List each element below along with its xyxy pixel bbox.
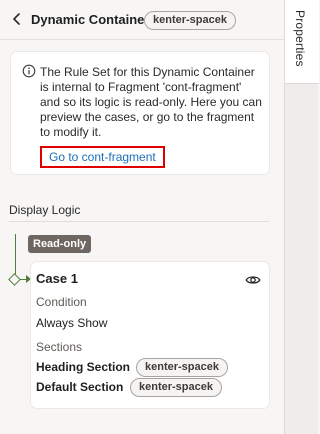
section-name: Heading Section bbox=[36, 360, 131, 374]
tab-properties[interactable]: Properties bbox=[285, 0, 319, 84]
case-card[interactable]: Case 1 Condition Always Show Sections He… bbox=[31, 262, 269, 408]
divider bbox=[9, 221, 269, 222]
section-name: Default Section bbox=[36, 380, 124, 394]
component-tag: kenter-spacek bbox=[144, 11, 236, 30]
section-tag: kenter-spacek bbox=[130, 378, 222, 397]
condition-label: Condition bbox=[36, 295, 87, 309]
display-logic-heading: Display Logic bbox=[9, 203, 81, 217]
read-only-badge: Read-only bbox=[28, 235, 92, 253]
go-to-fragment-link[interactable]: Go to cont-fragment bbox=[40, 146, 165, 168]
properties-panel: Dynamic Container kenter-spacek The Rule… bbox=[0, 0, 284, 434]
side-rail: Properties bbox=[284, 0, 319, 434]
case-title: Case 1 bbox=[36, 271, 78, 286]
chevron-left-icon[interactable] bbox=[10, 12, 24, 26]
panel-header: Dynamic Container kenter-spacek bbox=[0, 0, 284, 40]
read-only-notice: The Rule Set for this Dynamic Container … bbox=[11, 52, 269, 174]
section-tag: kenter-spacek bbox=[136, 358, 228, 377]
info-icon bbox=[22, 64, 36, 78]
sections-label: Sections bbox=[36, 340, 83, 354]
page-title: Dynamic Container bbox=[31, 12, 150, 27]
logic-tree-line bbox=[15, 234, 16, 276]
notice-text: The Rule Set for this Dynamic Container … bbox=[40, 65, 262, 139]
case-node-diamond bbox=[8, 273, 21, 286]
condition-value: Always Show bbox=[36, 316, 108, 330]
tab-properties-label: Properties bbox=[293, 10, 307, 67]
eye-icon[interactable] bbox=[245, 273, 261, 287]
